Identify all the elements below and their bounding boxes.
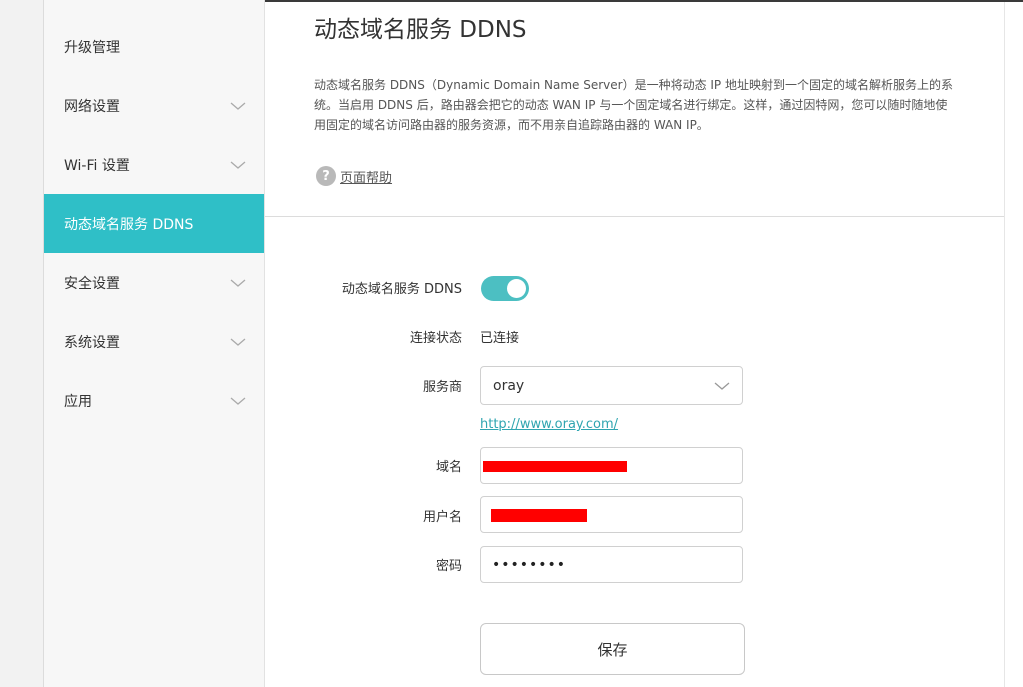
sidebar-item-apps[interactable]: 应用 [44,371,264,430]
provider-label: 服务商 [422,380,462,395]
page-help-link[interactable]: ? 页面帮助 [316,166,392,186]
password-label: 密码 [435,559,462,574]
ddns-label: 动态域名服务 DDNS [341,282,462,297]
domain-input[interactable] [480,447,743,484]
sidebar-item-system[interactable]: 系统设置 [44,312,264,371]
status-label: 连接状态 [409,331,462,346]
page-title: 动态域名服务 DDNS [314,17,527,43]
sidebar-item-label: 安全设置 [64,275,120,292]
toggle-knob [507,279,526,298]
top-border [265,0,1023,2]
main-panel: 动态域名服务 DDNS 动态域名服务 DDNS（Dynamic Domain N… [265,0,1004,687]
redaction-bar [483,461,627,472]
chevron-down-icon [230,102,246,110]
sidebar-item-label: 系统设置 [64,334,120,351]
ddns-toggle[interactable] [481,276,529,301]
sidebar-item-security[interactable]: 安全设置 [44,253,264,312]
provider-link[interactable]: http://www.oray.com/ [480,417,618,432]
save-button[interactable]: 保存 [480,623,745,675]
username-input[interactable] [480,496,743,533]
right-edge [1004,0,1023,687]
status-value: 已连接 [480,331,520,346]
chevron-down-icon [714,382,730,390]
left-gutter [0,0,44,687]
provider-select[interactable]: oray [480,366,743,405]
chevron-down-icon [230,161,246,169]
provider-value: oray [493,377,525,394]
chevron-down-icon [230,279,246,287]
section-divider [265,216,1004,217]
password-input[interactable]: •••••••• [480,546,743,583]
sidebar-item-upgrade[interactable]: 升级管理 [44,17,264,76]
page-description: 动态域名服务 DDNS（Dynamic Domain Name Server）是… [314,78,953,132]
sidebar-item-wifi[interactable]: Wi-Fi 设置 [44,135,264,194]
domain-label: 域名 [435,460,462,475]
sidebar-nav: 升级管理 网络设置 Wi-Fi 设置 动态域名服务 DDNS 安全设置 系统设置… [44,0,265,687]
sidebar-item-label: 动态域名服务 DDNS [64,216,194,233]
question-mark-icon: ? [316,166,336,186]
page-help-label: 页面帮助 [340,170,393,186]
chevron-down-icon [230,397,246,405]
sidebar-item-label: 升级管理 [64,39,120,56]
sidebar-item-label: Wi-Fi 设置 [64,157,130,174]
sidebar-item-network[interactable]: 网络设置 [44,76,264,135]
sidebar-item-label: 网络设置 [64,98,120,115]
username-label: 用户名 [422,510,462,525]
password-value: •••••••• [492,556,567,573]
sidebar-item-ddns[interactable]: 动态域名服务 DDNS [44,194,264,253]
sidebar-item-label: 应用 [64,393,92,410]
redaction-bar [491,509,587,522]
chevron-down-icon [230,338,246,346]
